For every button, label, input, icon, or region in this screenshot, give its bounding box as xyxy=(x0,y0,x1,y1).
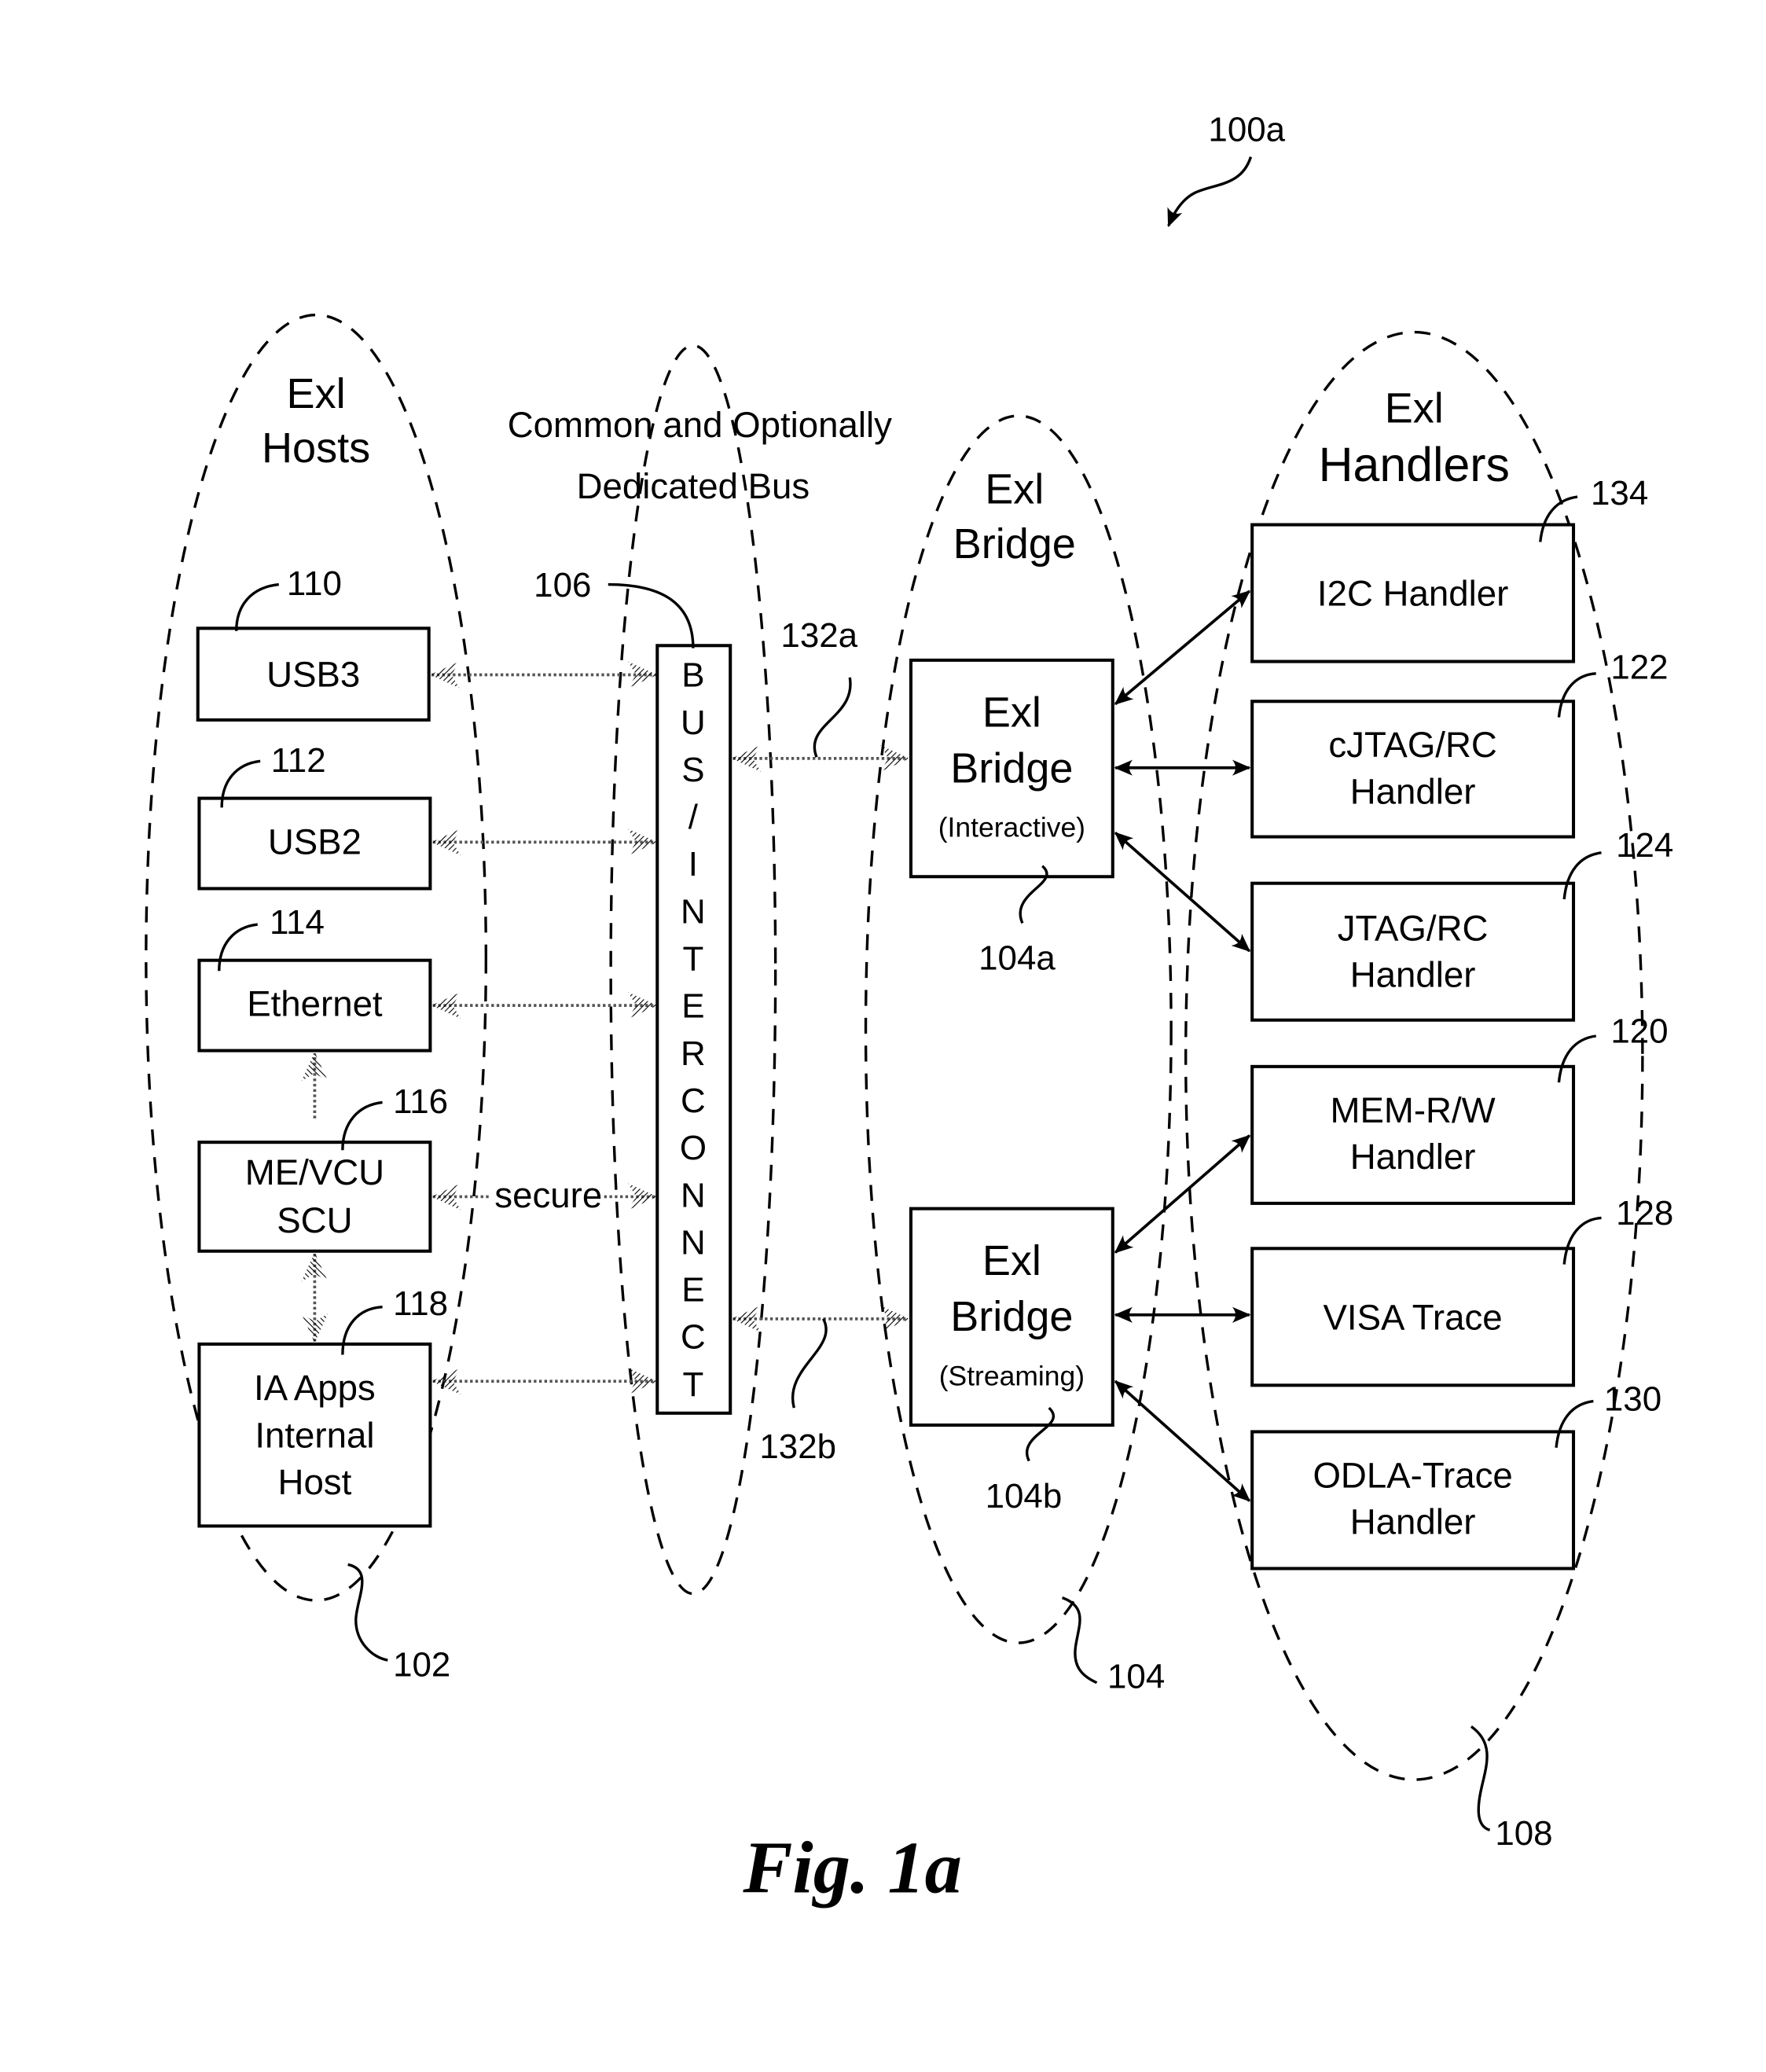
bus-letter: N xyxy=(681,1223,706,1262)
handlers-title-line2: Handlers xyxy=(1319,438,1510,491)
figure-ref-arrow xyxy=(1167,156,1253,227)
handler-label: VISA Trace xyxy=(1324,1297,1503,1337)
bus-letter: N xyxy=(681,892,706,931)
bridge-mode: (Interactive) xyxy=(938,812,1085,843)
bridge-label: Bridge xyxy=(950,1293,1073,1340)
bus-interconnect[interactable]: BUS/INTERCONNECT xyxy=(655,644,732,1415)
bridge-title-line1: Exl xyxy=(985,466,1044,513)
host-ethernet[interactable]: Ethernet xyxy=(197,958,432,1053)
bus-letter: I xyxy=(688,845,698,884)
bus-title-line2: Dedicated Bus xyxy=(577,466,810,506)
ref-leader-132a xyxy=(813,677,852,758)
ref-108: 108 xyxy=(1495,1814,1552,1853)
host-ia-apps[interactable]: IA Apps Internal Host xyxy=(197,1342,432,1528)
ref-leader-108 xyxy=(1470,1725,1491,1831)
bus-letter: C xyxy=(681,1082,706,1120)
bus-letter: O xyxy=(680,1129,707,1167)
host-usb2[interactable]: USB2 xyxy=(197,796,432,891)
bus-letter: / xyxy=(688,798,699,836)
ref-104a: 104a xyxy=(978,939,1056,978)
hosts-title-line1: Exl xyxy=(287,370,346,417)
handler-label: ODLA-Trace xyxy=(1313,1455,1512,1495)
handler-mem-rw[interactable]: MEM-R/W Handler xyxy=(1250,1064,1576,1205)
ref-122: 122 xyxy=(1610,648,1668,687)
link-streaming-odla xyxy=(1114,1379,1251,1502)
handler-visa[interactable]: VISA Trace xyxy=(1250,1247,1576,1387)
ref-130: 130 xyxy=(1604,1379,1661,1418)
ref-128: 128 xyxy=(1616,1194,1673,1233)
host-label: SCU xyxy=(277,1200,352,1240)
ref-leader-132b xyxy=(791,1318,828,1409)
bus-letter: R xyxy=(681,1034,706,1073)
bridge-group-ellipse xyxy=(864,414,1173,1644)
handler-label: MEM-R/W xyxy=(1330,1090,1495,1130)
ref-106: 106 xyxy=(534,566,591,604)
bus-letter: E xyxy=(681,987,704,1026)
hosts-title-line2: Hosts xyxy=(262,424,370,472)
ref-104: 104 xyxy=(1107,1658,1165,1696)
host-label: IA Apps xyxy=(254,1368,376,1408)
figure-ref-label: 100a xyxy=(1208,110,1285,149)
host-label: ME/VCU xyxy=(245,1152,384,1192)
handler-odla[interactable]: ODLA-Trace Handler xyxy=(1250,1430,1576,1571)
host-label: USB3 xyxy=(266,655,360,695)
ref-leader-110 xyxy=(235,582,279,631)
bridge-label: Exl xyxy=(982,1237,1041,1284)
handler-label: I2C Handler xyxy=(1317,574,1508,614)
link-interactive-i2c xyxy=(1114,590,1251,706)
bus-letter: T xyxy=(682,940,703,979)
handler-label: cJTAG/RC xyxy=(1328,725,1497,765)
handler-label: Handler xyxy=(1350,1137,1476,1177)
host-label: USB2 xyxy=(268,822,362,862)
ref-132b: 132b xyxy=(759,1427,836,1466)
bus-letter: S xyxy=(681,751,704,789)
figure-caption: Fig. 1a xyxy=(742,1828,962,1909)
handler-i2c[interactable]: I2C Handler xyxy=(1250,523,1576,663)
ref-114: 114 xyxy=(270,903,325,942)
bridge-mode: (Streaming) xyxy=(939,1360,1085,1391)
ref-124: 124 xyxy=(1616,826,1673,865)
handler-label: JTAG/RC xyxy=(1338,908,1489,948)
bus-letter: C xyxy=(681,1318,706,1357)
host-usb3[interactable]: USB3 xyxy=(196,626,431,722)
secure-label: secure xyxy=(494,1175,602,1215)
bridge-interactive[interactable]: Exl Bridge (Interactive) xyxy=(909,658,1114,879)
link-interactive-jtag xyxy=(1114,832,1251,953)
bridge-title-line2: Bridge xyxy=(953,520,1076,568)
exi-architecture-diagram: 100a Exl Hosts Common and Optionally Ded… xyxy=(145,110,1673,1909)
host-label: Ethernet xyxy=(247,984,383,1024)
ref-134: 134 xyxy=(1591,474,1648,512)
ref-leader-102 xyxy=(347,1563,388,1662)
ref-110: 110 xyxy=(287,564,342,603)
link-streaming-mem-rw xyxy=(1114,1134,1251,1254)
ref-leader-106 xyxy=(608,582,695,648)
ref-102: 102 xyxy=(393,1645,450,1684)
handler-jtag[interactable]: JTAG/RC Handler xyxy=(1250,881,1576,1022)
host-label: Internal xyxy=(255,1416,374,1456)
host-label: Host xyxy=(278,1462,352,1502)
host-me-vcu-scu[interactable]: ME/VCU SCU xyxy=(197,1141,432,1253)
bridge-streaming[interactable]: Exl Bridge (Streaming) xyxy=(909,1207,1114,1427)
bus-letter: U xyxy=(681,704,706,742)
ref-104b: 104b xyxy=(986,1477,1063,1515)
handlers-title-line1: Exl xyxy=(1385,384,1444,432)
bus-letter: B xyxy=(681,656,704,695)
ref-118: 118 xyxy=(393,1284,448,1323)
ref-120: 120 xyxy=(1610,1012,1668,1050)
bus-letter: N xyxy=(681,1176,706,1214)
bus-title-line1: Common and Optionally xyxy=(508,405,892,445)
handler-label: Handler xyxy=(1350,771,1476,811)
handler-cjtag[interactable]: cJTAG/RC Handler xyxy=(1250,700,1576,839)
bridge-label: Exl xyxy=(982,689,1041,736)
handler-label: Handler xyxy=(1350,954,1476,994)
ref-132a: 132a xyxy=(780,616,857,655)
handler-label: Handler xyxy=(1350,1502,1476,1542)
ref-116: 116 xyxy=(393,1082,448,1121)
ref-112: 112 xyxy=(271,741,326,780)
bridge-label: Bridge xyxy=(950,744,1073,792)
bus-letter: T xyxy=(682,1365,703,1404)
bus-letter: E xyxy=(681,1271,704,1310)
